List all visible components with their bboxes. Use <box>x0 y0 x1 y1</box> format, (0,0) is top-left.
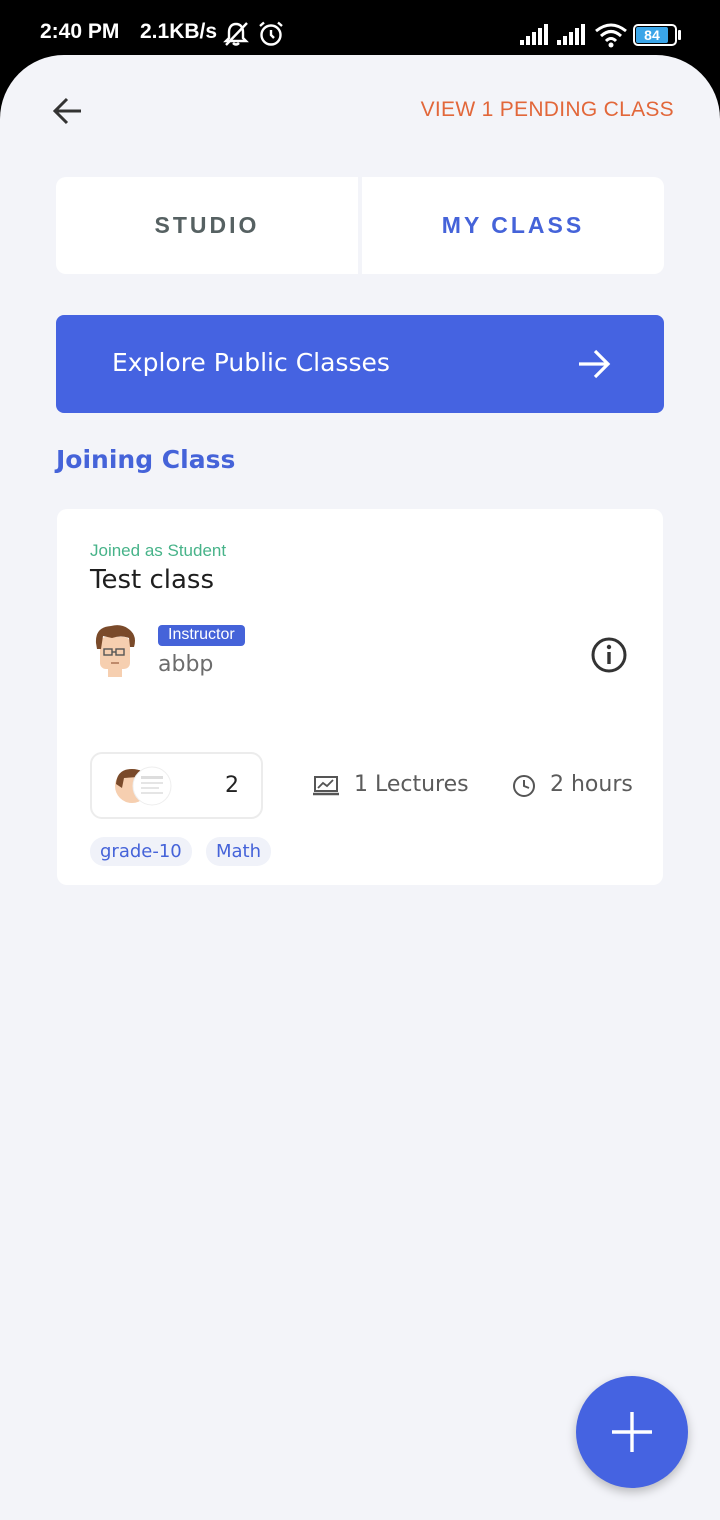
member-count: 2 <box>225 773 239 798</box>
class-title: Test class <box>90 565 215 595</box>
instructor-badge: Instructor <box>158 625 245 646</box>
battery-level: 84 <box>636 27 668 43</box>
back-button[interactable] <box>44 91 92 131</box>
status-net-speed: 2.1KB/s <box>140 20 218 43</box>
status-bar: 2:40 PM 2.1KB/s 84 <box>0 0 720 60</box>
arrow-left-icon <box>52 97 81 125</box>
class-tabs: STUDIO MY CLASS <box>56 177 664 274</box>
bell-muted-icon <box>222 20 250 52</box>
class-card[interactable]: Joined as Student Test class Instructor … <box>57 509 663 885</box>
lectures-count: 1 Lectures <box>354 772 469 797</box>
tab-my-class[interactable]: MY CLASS <box>362 177 664 274</box>
battery-icon: 84 <box>633 24 677 46</box>
explore-public-classes-button[interactable]: Explore Public Classes <box>56 315 664 413</box>
arrow-right-icon <box>576 346 612 386</box>
view-pending-class-link[interactable]: VIEW 1 PENDING CLASS <box>421 98 674 122</box>
joined-role-label: Joined as Student <box>90 541 227 560</box>
instructor-name: abbp <box>158 652 214 677</box>
plus-icon <box>612 1412 652 1452</box>
signal-icon <box>556 22 586 50</box>
status-time: 2:40 PM <box>40 20 120 43</box>
slideshow-icon <box>313 775 339 801</box>
instructor-avatar <box>93 623 137 677</box>
explore-label: Explore Public Classes <box>112 348 390 377</box>
duration: 2 hours <box>550 772 633 797</box>
signal-icon <box>519 22 549 50</box>
members-box[interactable]: 2 <box>90 752 263 819</box>
battery-cap <box>678 30 681 40</box>
tab-studio-label: STUDIO <box>154 212 260 238</box>
tag-chip[interactable]: Math <box>206 837 272 866</box>
wifi-icon <box>594 22 628 52</box>
clock-icon <box>512 774 536 802</box>
alarm-icon <box>257 20 285 52</box>
app-screen: VIEW 1 PENDING CLASS STUDIO MY CLASS Exp… <box>0 55 720 1520</box>
member-avatars <box>114 766 176 806</box>
tab-my-class-label: MY CLASS <box>441 212 585 238</box>
section-title: Joining Class <box>56 445 236 474</box>
tag-chip[interactable]: grade-10 <box>90 837 192 866</box>
info-icon[interactable] <box>590 636 628 674</box>
tab-studio[interactable]: STUDIO <box>56 177 358 274</box>
add-class-button[interactable] <box>576 1376 688 1488</box>
